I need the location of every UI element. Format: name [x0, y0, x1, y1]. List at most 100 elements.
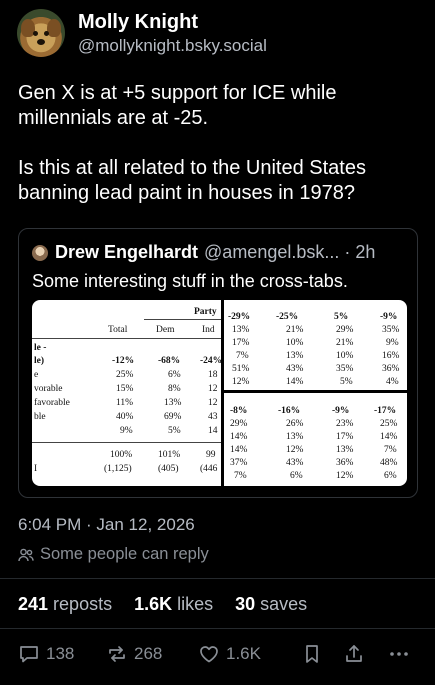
author-name[interactable]: Molly Knight [78, 10, 267, 34]
cell: 16% [382, 351, 400, 361]
party-header: Party [194, 307, 217, 317]
cell: 12 [208, 384, 218, 394]
quote-time: 2h [355, 242, 376, 262]
quoted-post[interactable]: Drew Engelhardt @amengel.bsk... · 2h Som… [18, 228, 418, 498]
cell: 7% [384, 445, 397, 455]
saves-count: 30 [235, 594, 256, 614]
cell: (1,125) [104, 464, 132, 474]
net: -17% [374, 406, 397, 416]
cell: 14% [230, 445, 248, 455]
net: -9% [380, 312, 398, 322]
cell: 37% [230, 458, 248, 468]
cell: 12 [208, 398, 218, 408]
cell: 43% [286, 364, 304, 374]
cell: 13% [232, 325, 250, 335]
crosstab-image-top-right[interactable]: -29% -25% 5% -9% 13% 21% 29% 35% 17% 10%… [224, 300, 407, 390]
cell: 4% [386, 377, 399, 387]
reply-setting: Some people can reply [18, 545, 209, 564]
net: -8% [230, 406, 248, 416]
cell: 9% [120, 426, 133, 436]
like-button[interactable]: 1.6K [198, 643, 261, 665]
reposts-label: reposts [53, 594, 113, 614]
separator-dot: · [344, 242, 351, 262]
crosstab-image-left[interactable]: Party Total Dem Ind le - le) -12% -68% -… [32, 300, 221, 486]
share-button[interactable] [343, 643, 371, 665]
reply-button[interactable]: 138 [18, 643, 74, 665]
bookmark-button[interactable] [301, 643, 329, 665]
quote-text: Some interesting stuff in the cross-tabs… [32, 271, 348, 291]
cell: (405) [158, 464, 179, 474]
col-ind: Ind [202, 325, 215, 335]
cell: 6% [384, 471, 397, 481]
cell: (446 [200, 464, 218, 474]
cell: 51% [232, 364, 250, 374]
cell: 29% [336, 325, 354, 335]
cell: 17% [232, 338, 250, 348]
author-avatar[interactable] [17, 9, 65, 57]
cell: 43% [286, 458, 304, 468]
col-total: Total [108, 325, 128, 335]
cell: 23% [336, 419, 354, 429]
post-timestamp: 6:04 PM · Jan 12, 2026 [18, 515, 195, 534]
reply-setting-label: Some people can reply [40, 545, 209, 563]
reply-icon [20, 646, 38, 663]
quote-avatar [32, 244, 48, 261]
share-icon [346, 645, 362, 662]
cell: 21% [336, 338, 354, 348]
cell: 17% [336, 432, 354, 442]
cell: 6% [290, 471, 303, 481]
repost-count: 268 [134, 644, 163, 663]
cell: 40% [116, 412, 134, 422]
likes-label: likes [177, 594, 214, 614]
cell: 13% [164, 398, 182, 408]
cell: 35% [382, 325, 400, 335]
author-handle[interactable]: @mollyknight.bsky.social [78, 35, 267, 57]
cell: 26% [286, 419, 304, 429]
row-label: ble [34, 412, 46, 422]
quote-images: Party Total Dem Ind le - le) -12% -68% -… [32, 300, 407, 486]
cell: 10% [336, 351, 354, 361]
row-label: e [34, 370, 39, 380]
saves-stat[interactable]: 30 saves [235, 594, 307, 615]
more-button[interactable] [388, 643, 416, 665]
cell: 6% [168, 370, 181, 380]
net: -9% [332, 406, 350, 416]
cell: 14% [380, 432, 398, 442]
row-label: vorable [34, 384, 63, 394]
cell: 69% [164, 412, 182, 422]
crosstab-image-bottom-right[interactable]: -8% -16% -9% -17% 29% 26% 23% 25% 14% 13… [224, 393, 407, 486]
cell: 12% [286, 445, 304, 455]
net-dem: -68% [158, 356, 181, 366]
likes-stat[interactable]: 1.6K likes [134, 594, 213, 615]
reposts-stat[interactable]: 241 reposts [18, 594, 112, 615]
quote-author-handle: @amengel.bsk... [204, 242, 340, 262]
net: -29% [228, 312, 251, 322]
reply-count: 138 [46, 644, 75, 663]
cell: 29% [230, 419, 248, 429]
cell: 7% [236, 351, 249, 361]
cell: 12% [336, 471, 354, 481]
cell: 100% [110, 450, 133, 460]
saves-label: saves [260, 594, 308, 614]
net: 5% [334, 312, 349, 322]
repost-icon [109, 646, 125, 662]
row-label: I [34, 464, 38, 474]
cell: 14 [208, 426, 218, 436]
engagement-stats: 241 reposts 1.6K likes 30 saves [18, 594, 329, 615]
cell: 8% [168, 384, 181, 394]
cell: 5% [340, 377, 353, 387]
net-total: -12% [112, 356, 135, 366]
cell: 13% [286, 351, 304, 361]
cell: 9% [386, 338, 399, 348]
net-ind: -24% [200, 356, 221, 366]
cell: 15% [116, 384, 134, 394]
post-text: Gen X is at +5 support for ICE while mil… [18, 81, 418, 206]
post-header: Molly Knight @mollyknight.bsky.social [17, 9, 267, 57]
likes-count: 1.6K [134, 594, 173, 614]
quote-author-name: Drew Engelhardt [55, 242, 199, 262]
bookmark-icon [306, 645, 318, 663]
more-icon [390, 652, 408, 656]
cell: 18 [208, 370, 218, 380]
cell: 21% [286, 325, 304, 335]
repost-button[interactable]: 268 [106, 643, 162, 665]
